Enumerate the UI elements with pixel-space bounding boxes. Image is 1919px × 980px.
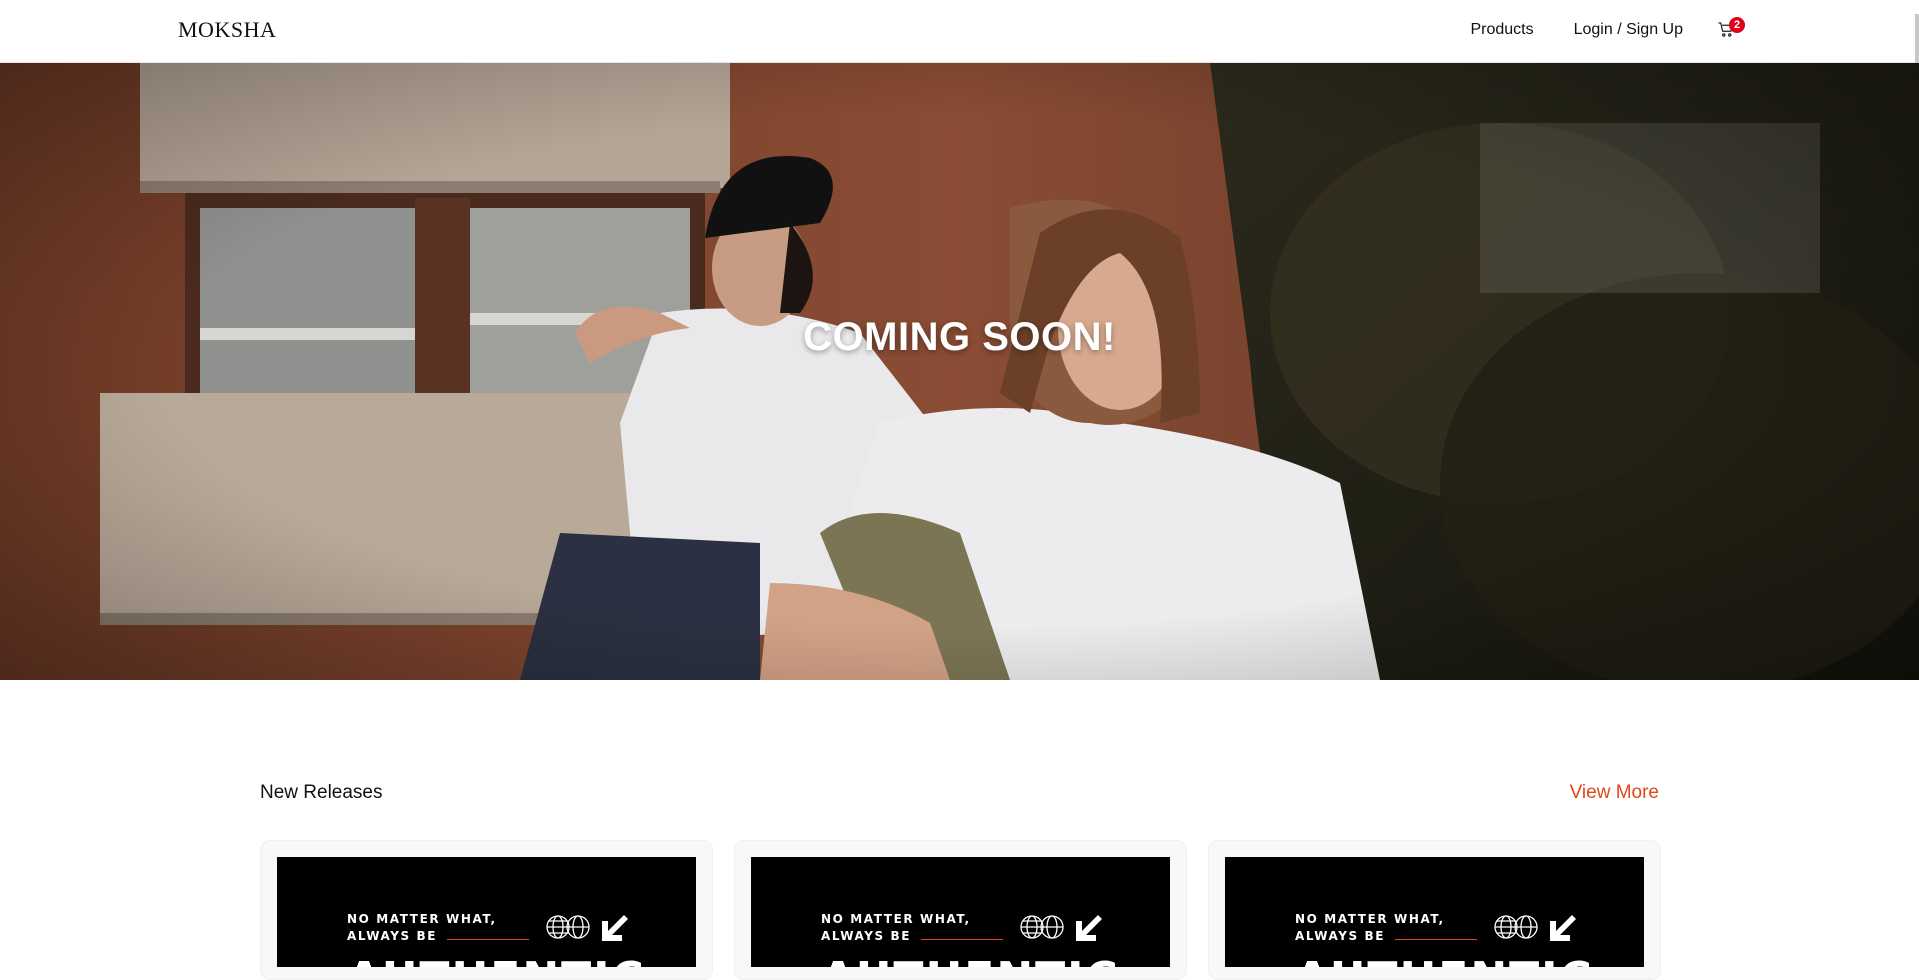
hero-banner: COMING SOON!: [0, 63, 1919, 680]
accent-line: [1395, 939, 1477, 940]
accent-line: [921, 939, 1003, 940]
product-tagline-line-1: NO MATTER WHAT,: [1295, 912, 1445, 926]
globe-icon: [1494, 915, 1538, 939]
arrow-down-left-icon: [1550, 915, 1576, 941]
cart-count-badge: 2: [1729, 17, 1745, 33]
arrow-down-left-icon: [602, 915, 628, 941]
product-tagline-line-2: ALWAYS BE: [347, 929, 438, 943]
product-headline: AUTHENTIC: [821, 953, 1120, 967]
navbar: MOKSHA Products Login / Sign Up 2: [0, 0, 1919, 63]
product-tagline-line-1: NO MATTER WHAT,: [347, 912, 497, 926]
arrow-down-left-icon: [1076, 915, 1102, 941]
accent-line: [447, 939, 529, 940]
product-tagline-line-1: NO MATTER WHAT,: [821, 912, 971, 926]
product-tagline-line-2: ALWAYS BE: [821, 929, 912, 943]
product-card[interactable]: NO MATTER WHAT, ALWAYS BE AUTHENTIC: [260, 840, 713, 980]
nav-links: Products Login / Sign Up 2: [1430, 17, 1745, 40]
product-tagline-line-2: ALWAYS BE: [1295, 929, 1386, 943]
globe-icon: [1020, 915, 1064, 939]
product-card[interactable]: NO MATTER WHAT, ALWAYS BE AUTHENTIC: [1208, 840, 1661, 980]
brand-logo[interactable]: MOKSHA: [178, 17, 276, 43]
globe-icon: [546, 915, 590, 939]
product-image[interactable]: NO MATTER WHAT, ALWAYS BE AUTHENTIC: [1225, 857, 1644, 967]
nav-link-login[interactable]: Login / Sign Up: [1574, 21, 1683, 39]
hero-title: COMING SOON!: [803, 315, 1116, 359]
product-headline: AUTHENTIC: [347, 953, 646, 967]
product-image[interactable]: NO MATTER WHAT, ALWAYS BE AUTHENTIC: [277, 857, 696, 967]
hero-image: [0, 63, 1919, 680]
nav-link-products[interactable]: Products: [1470, 21, 1533, 39]
product-card[interactable]: NO MATTER WHAT, ALWAYS BE AUTHENTIC: [734, 840, 1187, 980]
product-headline: AUTHENTIC: [1295, 953, 1594, 967]
product-image[interactable]: NO MATTER WHAT, ALWAYS BE AUTHENTIC: [751, 857, 1170, 967]
cart-button[interactable]: 2: [1717, 17, 1745, 40]
section-title-new-releases: New Releases: [260, 782, 383, 803]
view-more-link[interactable]: View More: [1570, 782, 1659, 804]
